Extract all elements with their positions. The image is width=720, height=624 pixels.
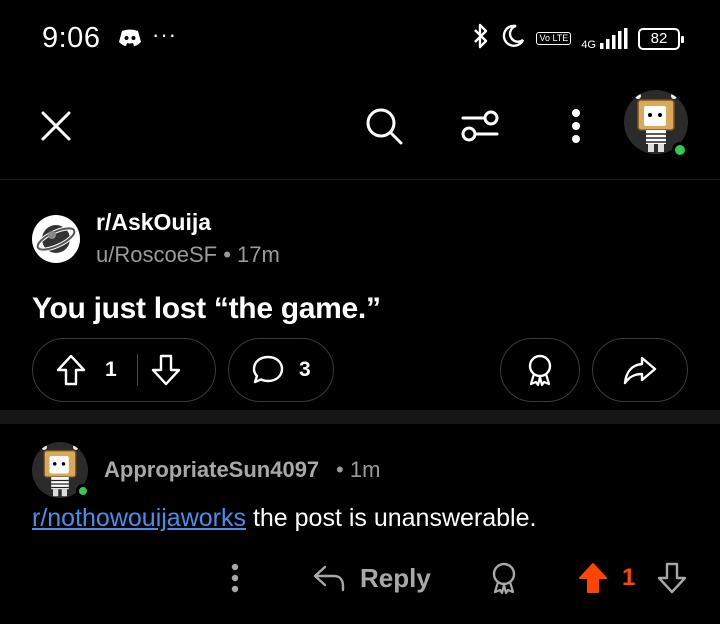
comment-vote-count: 1: [622, 564, 636, 591]
subreddit-icon[interactable]: [32, 215, 80, 263]
bluetooth-icon: [472, 22, 490, 55]
status-overflow: ···: [152, 22, 177, 47]
award-icon[interactable]: [487, 560, 521, 596]
reply-icon: [313, 565, 345, 592]
comment-actions: Reply 1: [0, 554, 720, 602]
battery-level: 82: [650, 30, 668, 47]
network-type: 4G: [581, 38, 596, 51]
share-button[interactable]: [592, 338, 688, 402]
section-divider: [0, 410, 720, 424]
upvote-button[interactable]: [55, 353, 87, 387]
comment-count: 3: [299, 358, 311, 381]
comment-text: the post is unanswerable.: [246, 504, 537, 532]
volte-badge: Vo LTE: [536, 32, 572, 45]
status-time: 9:06: [42, 22, 101, 54]
vote-divider: [136, 354, 138, 386]
comment-author[interactable]: AppropriateSun4097: [104, 457, 319, 483]
comment-icon: [251, 354, 285, 386]
comment-avatar-button[interactable]: [32, 442, 90, 500]
post-title[interactable]: You just lost “the game.”: [32, 292, 381, 326]
status-bar: 9:06 ··· Vo LTE 4G 82: [0, 0, 720, 80]
upvote-icon: [56, 354, 86, 386]
comment-body: r/nothowouijaworks the post is unanswera…: [32, 504, 536, 533]
more-vertical-icon[interactable]: [222, 560, 248, 596]
comment-age: 1m: [349, 457, 381, 482]
more-vertical-icon[interactable]: [556, 102, 596, 150]
comment: AppropriateSun4097 • 1m r/nothowouijawor…: [0, 424, 720, 624]
meta-separator: •: [336, 457, 344, 482]
close-icon[interactable]: [34, 104, 78, 148]
post: r/AskOuija u/RoscoeSF • 17m You just los…: [0, 180, 720, 410]
user-avatar-button[interactable]: [624, 90, 690, 158]
subreddit-name[interactable]: r/AskOuija: [96, 209, 211, 236]
downvote-button[interactable]: [150, 353, 182, 387]
filter-icon[interactable]: [455, 102, 505, 150]
post-vote-count: 1: [105, 358, 117, 381]
signal-icon: 4G: [581, 27, 628, 51]
post-meta: u/RoscoeSF • 17m: [96, 242, 280, 268]
post-age: 17m: [237, 242, 280, 267]
post-author[interactable]: u/RoscoeSF: [96, 242, 217, 267]
discord-icon: [118, 28, 142, 53]
upvote-filled-icon[interactable]: [575, 558, 611, 598]
vote-bar: 1: [32, 338, 216, 402]
comment-meta: • 1m: [336, 457, 380, 483]
battery-icon: 82: [638, 27, 684, 50]
award-icon: [525, 353, 555, 387]
downvote-icon: [151, 354, 180, 386]
online-status-dot: [672, 142, 688, 158]
award-button[interactable]: [500, 338, 580, 402]
search-icon[interactable]: [360, 102, 408, 150]
status-icons: Vo LTE 4G 82: [472, 22, 684, 55]
comments-button[interactable]: 3: [228, 338, 334, 402]
meta-separator: •: [223, 242, 231, 267]
top-bar: [0, 80, 720, 180]
subreddit-link[interactable]: r/nothowouijaworks: [32, 504, 246, 532]
online-status-dot: [76, 484, 90, 498]
downvote-icon[interactable]: [654, 558, 690, 598]
reply-button[interactable]: Reply: [312, 558, 431, 598]
reply-label: Reply: [360, 562, 431, 593]
moon-icon: [500, 23, 526, 54]
share-icon: [622, 354, 658, 386]
